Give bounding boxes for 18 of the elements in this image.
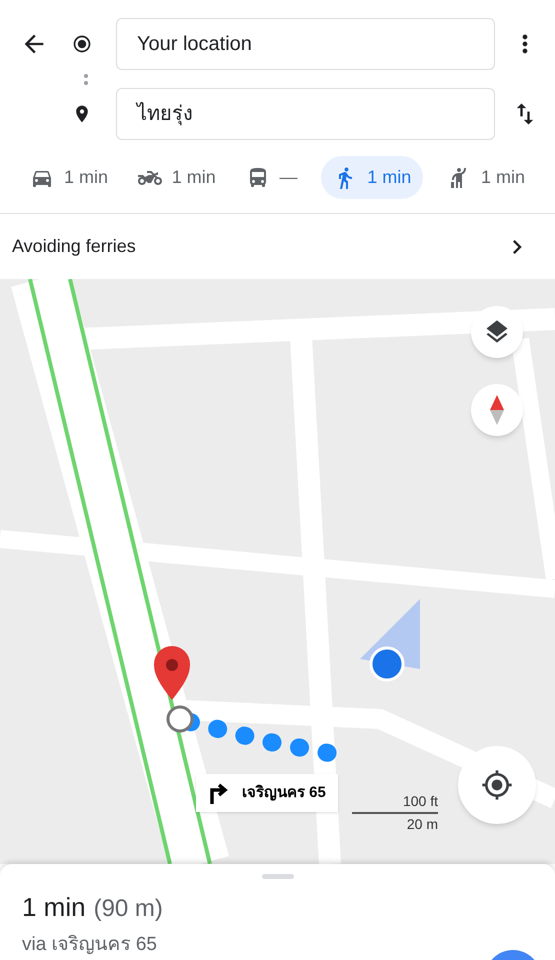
travel-mode-tab[interactable]: 1 min bbox=[321, 156, 424, 199]
location-pin-icon bbox=[154, 646, 190, 700]
turn-right-arrow-icon bbox=[208, 782, 230, 804]
destination-field[interactable]: ไทยรุ่ง bbox=[116, 88, 495, 140]
travel-mode-tab[interactable]: 1 min bbox=[132, 156, 222, 199]
travel-mode-tab[interactable]: 1 min bbox=[440, 156, 531, 199]
via-text: via เจริญนคร 65 bbox=[22, 933, 157, 957]
my-location-icon bbox=[481, 769, 513, 801]
scale-metric-label: 20 m bbox=[406, 815, 438, 834]
scale-imperial-label: 100 ft bbox=[402, 792, 438, 811]
distance-text: (90 m) bbox=[94, 894, 163, 924]
travel-mode-tab[interactable]: 1 min bbox=[24, 156, 114, 199]
route-options-label[interactable]: Avoiding ferries bbox=[12, 233, 136, 260]
turn-label: เจริญนคร 65 bbox=[196, 774, 338, 812]
origin-field[interactable]: Your location bbox=[116, 18, 495, 70]
compass-icon bbox=[490, 395, 504, 425]
travel-mode-tab[interactable]: — bbox=[240, 156, 304, 199]
duration-text: 1 min bbox=[22, 891, 86, 924]
